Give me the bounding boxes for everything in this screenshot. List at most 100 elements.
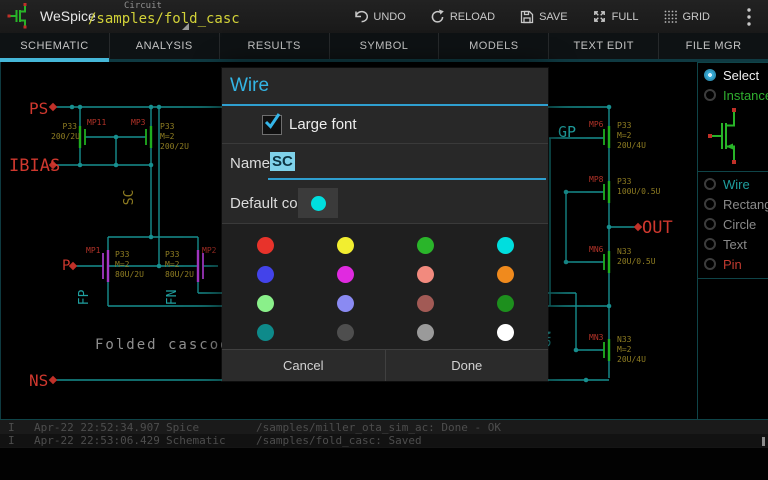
tab-file-mgr[interactable]: FILE MGR [658, 33, 768, 59]
palette-color-15[interactable] [465, 318, 545, 347]
palette-color-13[interactable] [305, 318, 385, 347]
log-time: Apr-22 22:53:06.429 [34, 434, 160, 447]
name-row: Name SC [222, 144, 548, 183]
grid-button[interactable]: GRID [651, 0, 723, 33]
top-action-bar: WeSpice Circuit /samples/fold_casc UNDO … [0, 0, 768, 34]
radio-off-icon [704, 258, 716, 270]
device-name-mp11: MP11 [87, 118, 107, 127]
tool-pin[interactable]: Pin [698, 254, 768, 274]
large-font-label: Large font [289, 116, 357, 133]
save-label: SAVE [539, 10, 568, 23]
color-dot [416, 237, 434, 254]
color-dot [416, 295, 434, 312]
wire-dialog: Wire Large font Name SC Default color Ca… [221, 67, 549, 382]
color-dot [496, 237, 514, 254]
done-button[interactable]: Done [384, 350, 549, 381]
palette-color-11[interactable] [465, 289, 545, 318]
net-label-out: OUT [642, 218, 673, 238]
instance-preview[interactable] [698, 105, 768, 167]
name-input[interactable]: SC [268, 148, 546, 180]
dialog-buttons: Cancel Done [222, 349, 548, 381]
tool-instance-label: Instance [723, 87, 768, 103]
fullscreen-label: FULL [611, 10, 639, 23]
palette-color-6[interactable] [385, 260, 465, 289]
tool-circle-label: Circle [723, 216, 757, 232]
tool-rectangle[interactable]: Rectangle [698, 194, 768, 214]
reload-button[interactable]: RELOAD [418, 0, 507, 33]
reload-label: RELOAD [449, 10, 496, 23]
tool-instance[interactable]: Instance [698, 85, 768, 105]
overflow-menu-button[interactable] [736, 0, 762, 33]
tab-symbol[interactable]: SYMBOL [328, 33, 439, 59]
cancel-button[interactable]: Cancel [222, 350, 385, 381]
radio-off-icon [704, 198, 716, 210]
device-name-mp1: MP1 [86, 246, 101, 255]
main-tabs: SCHEMATIC ANALYSIS RESULTS SYMBOL MODELS… [0, 33, 768, 62]
palette-color-2[interactable] [385, 231, 465, 260]
tool-text-label: Text [723, 236, 747, 252]
color-dot [336, 295, 354, 312]
tool-text[interactable]: Text [698, 234, 768, 254]
default-color-swatch [310, 195, 326, 211]
palette-color-9[interactable] [305, 289, 385, 318]
palette-color-10[interactable] [385, 289, 465, 318]
save-button[interactable]: SAVE [507, 0, 580, 33]
action-buttons: UNDO RELOAD SAVE FULL GRID [341, 0, 762, 33]
device-size-mp8: P33 100U/0.5U [617, 177, 661, 196]
device-name-mp2: MP2 [202, 246, 217, 255]
log-source: Schematic [166, 434, 226, 447]
undo-icon [355, 10, 369, 23]
tab-text-edit[interactable]: TEXT EDIT [548, 33, 658, 59]
device-size-mn6: N33 20U/0.5U [617, 247, 656, 266]
fullscreen-button[interactable]: FULL [580, 0, 651, 33]
name-label: Name [230, 155, 271, 172]
device-name-mn3: MN3 [589, 333, 604, 342]
device-size-mp6: P33 M=2 20U/4U [617, 121, 646, 150]
pmos-symbol-icon [707, 108, 736, 164]
overflow-icon [747, 7, 751, 26]
save-icon [520, 10, 534, 24]
wespice-logo-icon [7, 3, 27, 29]
net-label-p: P [62, 258, 71, 274]
palette-color-1[interactable] [305, 231, 385, 260]
palette-color-0[interactable] [225, 231, 305, 260]
tab-results[interactable]: RESULTS [218, 33, 329, 59]
radio-off-icon [704, 178, 716, 190]
tool-wire[interactable]: Wire [698, 174, 768, 194]
large-font-checkbox[interactable] [262, 112, 282, 135]
dialog-title: Wire [230, 75, 270, 96]
undo-button[interactable]: UNDO [341, 0, 417, 33]
color-dot [496, 324, 514, 341]
tab-analysis[interactable]: ANALYSIS [108, 33, 219, 59]
log-scrollbar-thumb[interactable] [762, 437, 765, 446]
radio-off-icon [704, 218, 716, 230]
log-row: I Apr-22 22:53:06.429 Schematic /samples… [0, 434, 768, 447]
default-color-button[interactable] [298, 188, 338, 218]
tool-circle[interactable]: Circle [698, 214, 768, 234]
palette-color-7[interactable] [465, 260, 545, 289]
log-source: Spice [166, 420, 200, 434]
color-dot [256, 266, 274, 283]
palette-color-5[interactable] [305, 260, 385, 289]
fullscreen-icon [593, 11, 605, 22]
palette-color-12[interactable] [225, 318, 305, 347]
circuit-selector[interactable]: Circuit /samples/fold_casc [86, 0, 240, 33]
palette-color-14[interactable] [385, 318, 465, 347]
color-dot [256, 324, 274, 341]
circuit-selector-caption: Circuit [124, 1, 162, 11]
net-label-gp: GP [558, 123, 577, 141]
color-dot [496, 295, 514, 312]
reload-icon [431, 9, 444, 23]
color-dot [336, 237, 354, 254]
color-dot [336, 266, 354, 283]
net-label-ibias: IBIAS [9, 156, 61, 176]
palette-color-3[interactable] [465, 231, 545, 260]
check-icon [264, 112, 281, 129]
undo-label: UNDO [373, 10, 406, 23]
palette-color-4[interactable] [225, 260, 305, 289]
device-name-mp8: MP8 [589, 175, 604, 184]
tab-models[interactable]: MODELS [438, 33, 548, 59]
tool-select[interactable]: Select [698, 65, 768, 85]
palette-color-8[interactable] [225, 289, 305, 318]
tab-schematic[interactable]: SCHEMATIC [0, 33, 109, 62]
